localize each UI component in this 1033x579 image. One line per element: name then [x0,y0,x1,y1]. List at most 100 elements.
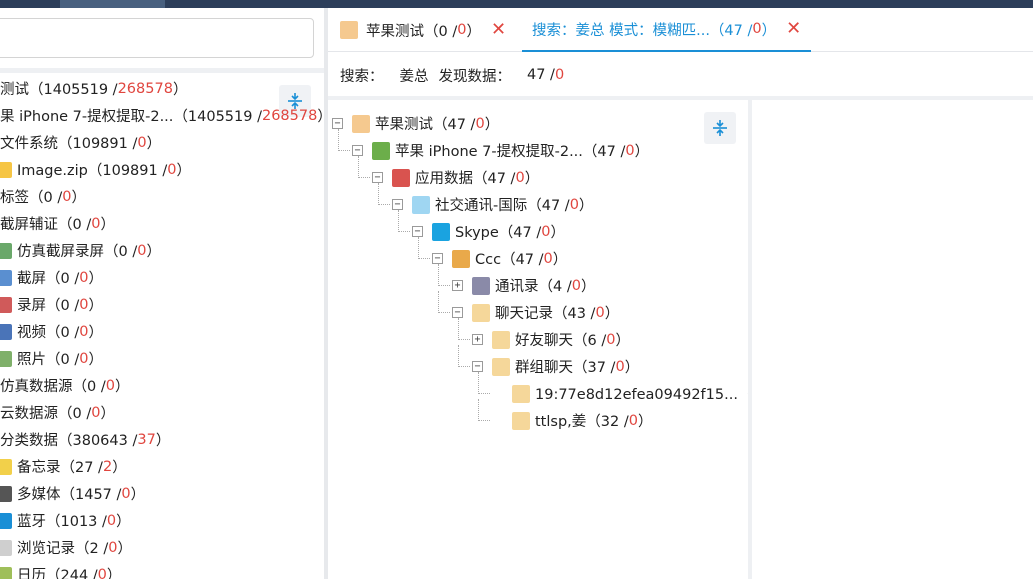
left-tree-label: 标签（0 / [0,190,63,206]
left-tree-item[interactable]: 多媒体（1457 / 0） [0,480,145,507]
left-tree-suffix: ） [88,298,103,314]
result-tree-item[interactable]: − 苹果 iPhone 7-提权提取-2...（47 / 0） [352,137,649,164]
left-tree-suffix: ） [116,514,131,530]
result-tree-red-count: 0 [595,304,605,321]
chat-icon [512,411,530,430]
tree-connector [378,204,390,205]
left-tree-suffix: ） [88,352,103,368]
left-tree-red-count: 0 [91,215,101,232]
result-tree-item[interactable]: − 苹果测试（47 / 0） [332,110,499,137]
collapse-toggle[interactable]: − [332,118,343,129]
app-data-icon [392,168,410,187]
left-tree-red-count: 268578 [261,107,318,124]
collapse-toggle[interactable]: − [392,199,403,210]
chat-icon [492,357,510,376]
left-tree-label: 仿真数据源（0 / [0,379,106,395]
result-tree-item[interactable]: + 通讯录（4 / 0） [452,272,595,299]
case-icon [340,21,358,39]
tree-connector [358,156,359,176]
result-tree-suffix: ） [637,414,653,430]
tree-connector [438,264,439,284]
left-tree-red-count: 2 [102,458,113,475]
tab-suffix: ） [466,23,481,40]
left-tree-item[interactable]: 蓝牙（1013 / 0） [0,507,131,534]
left-tree-red-count: 0 [97,566,107,579]
collapse-toggle[interactable]: − [472,361,483,372]
close-tab-icon[interactable]: ✕ [786,20,801,38]
collapse-toggle[interactable]: − [432,253,443,264]
left-tree-item[interactable]: 备忘录（27 / 2） [0,453,127,480]
left-tree-item[interactable]: 云数据源（0 / 0） [0,399,115,426]
top-bar-active-tab[interactable] [60,0,165,8]
result-tree-red-count: 0 [628,412,638,429]
collapse-toggle[interactable]: − [412,226,423,237]
left-tree-item[interactable]: 录屏（0 / 0） [0,291,103,318]
result-tree-item[interactable]: − 社交通讯-国际（47 / 0） [392,191,593,218]
tree-connector [438,312,450,313]
close-tab-icon[interactable]: ✕ [491,21,506,39]
left-tree-suffix: ） [317,105,324,126]
result-tree-item[interactable]: − Skype（47 / 0） [412,218,565,245]
result-tree-red-count: 0 [606,331,616,348]
result-tree-item[interactable]: − 群组聊天（37 / 0） [472,353,639,380]
left-tree-red-count: 0 [121,485,131,502]
left-tree-item[interactable]: 文件系统（109891 / 0） [0,129,161,156]
tree-connector [478,393,490,394]
result-tree-label: 苹果测试（47 / [375,117,476,133]
left-tree-item[interactable]: 浏览记录（2 / 0） [0,534,132,561]
left-tree-item[interactable]: 照片（0 / 0） [0,345,103,372]
result-tree-item[interactable]: ttlsp,姜（32 / 0） [492,407,652,434]
left-tree-suffix: ） [146,136,162,152]
left-tree-suffix: ） [130,487,146,503]
result-tree-item[interactable]: − 应用数据（47 / 0） [372,164,539,191]
left-search-input[interactable] [0,18,314,58]
left-tree-item[interactable]: Image.zip（109891 / 0） [0,156,191,183]
found-count: 47 / [527,67,555,83]
left-tree-red-count: 0 [108,539,118,556]
left-tree-red-count: 0 [79,269,89,286]
left-tree-item[interactable]: 分类数据（380643 / 37） [0,426,170,453]
left-tree-label: 文件系统（109891 / [0,136,138,152]
left-panel: 测试（1405519 / 268578）果 iPhone 7-提权提取-2...… [0,8,324,579]
left-tree-label: 浏览记录（2 / [17,541,109,557]
left-tree-red-count: 37 [137,431,156,448]
result-tree-red-count: 0 [543,250,553,267]
left-tree-item[interactable]: 截屏（0 / 0） [0,264,103,291]
left-tree-label: 仿真截屏录屏（0 / [17,244,138,260]
browser-icon [0,539,12,556]
left-tree-item[interactable]: 日历（244 / 0） [0,561,121,579]
tab-apple-test[interactable]: 苹果测试（0 / 0） ✕ [340,8,506,52]
left-tree-item[interactable]: 仿真截屏录屏（0 / 0） [0,237,161,264]
left-tree-item[interactable]: 截屏辅证（0 / 0） [0,210,115,237]
left-tree-item[interactable]: 仿真数据源（0 / 0） [0,372,129,399]
result-tree-red-count: 0 [571,277,581,294]
left-tree-item[interactable]: 标签（0 / 0） [0,183,86,210]
expand-toggle[interactable]: + [472,334,483,345]
left-tree-item[interactable]: 视频（0 / 0） [0,318,103,345]
result-tree-red-count: 0 [569,196,579,213]
expand-toggle[interactable]: + [452,280,463,291]
result-tree-item[interactable]: + 好友聊天（6 / 0） [472,326,630,353]
tab-search-result[interactable]: 搜索：姜总 模式：模糊匹...（47 / 0） ✕ [522,8,812,52]
left-tree-label: 云数据源（0 / [0,406,92,422]
result-tree-label: Ccc（47 / [475,252,544,268]
collapse-toggle[interactable]: − [352,145,363,156]
result-tree-label: 好友聊天（6 / [515,333,607,349]
collapse-toggle[interactable]: − [452,307,463,318]
result-tree-label: 群组聊天（37 / [515,360,616,376]
collapse-all-button[interactable] [704,112,736,144]
result-tree-item[interactable]: 19:77e8d12efea09492f15...（ [492,380,748,407]
result-tree-item[interactable]: − Ccc（47 / 0） [432,245,567,272]
left-tree-item[interactable]: 测试（1405519 / 268578） [0,75,187,102]
left-tree-suffix: ） [100,217,115,233]
result-tree-suffix: ） [578,198,594,214]
chat-icon [492,330,510,349]
collapse-toggle[interactable]: − [372,172,383,183]
left-tree-red-count: 0 [167,161,177,178]
left-tree-suffix: ） [146,244,161,260]
left-tree-item[interactable]: 果 iPhone 7-提权提取-2...（1405519 / 268578） [0,102,324,129]
result-tree-item[interactable]: − 聊天记录（43 / 0） [452,299,619,326]
left-tree-red-count: 0 [62,188,72,205]
result-tree-label: ttlsp,姜（32 / [535,414,629,430]
